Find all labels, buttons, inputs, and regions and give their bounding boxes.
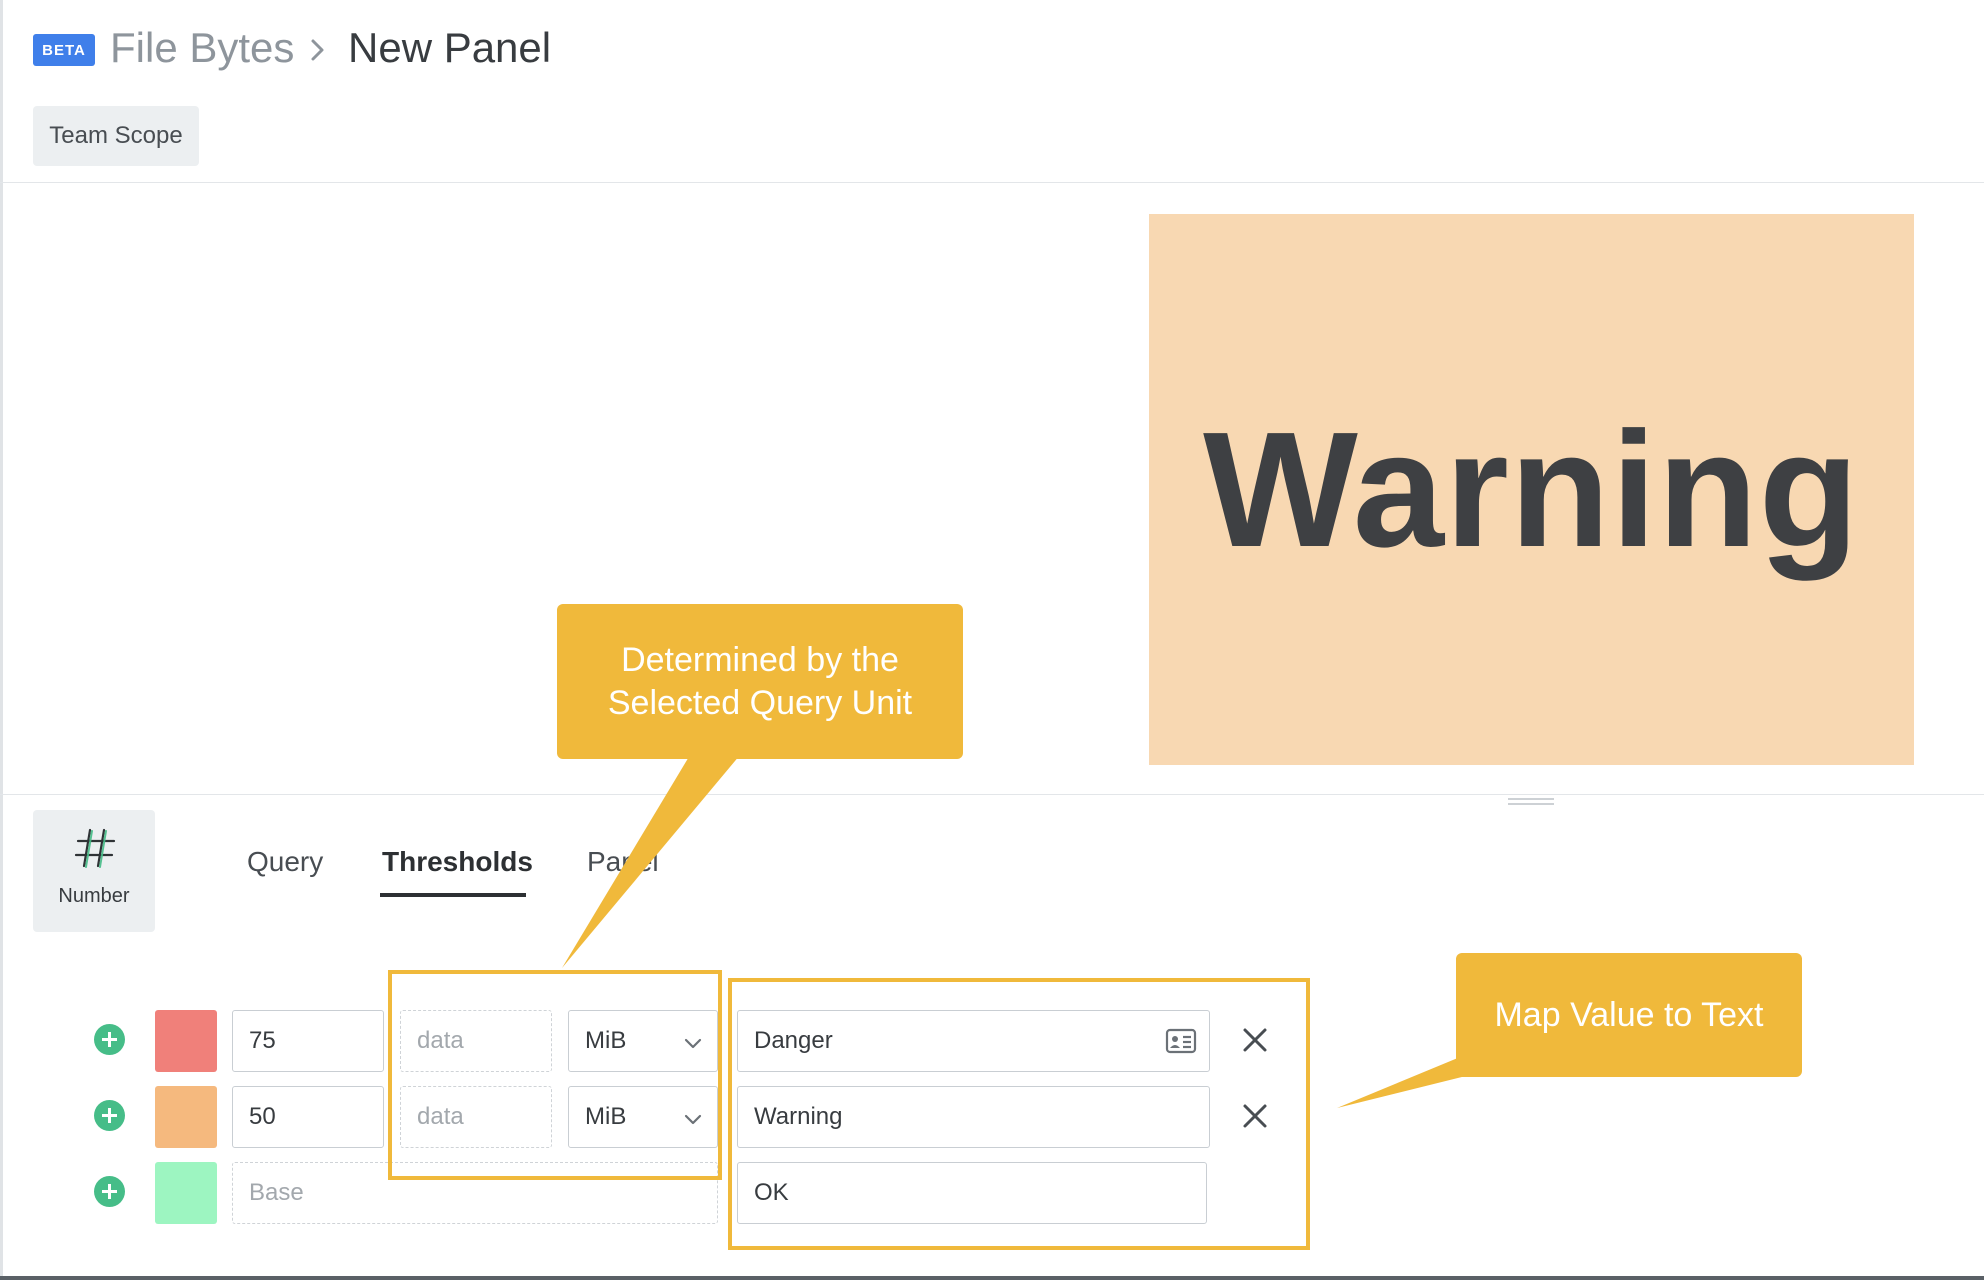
breadcrumb-current: New Panel [348, 24, 552, 71]
tab-panel[interactable]: Panel [587, 846, 659, 878]
add-threshold-button[interactable] [94, 1176, 125, 1207]
breadcrumb-parent[interactable]: File Bytes [110, 24, 294, 72]
window-edge [0, 0, 3, 1280]
active-tab-indicator [380, 893, 526, 897]
add-threshold-button[interactable] [94, 1024, 125, 1055]
text-highlight-box [728, 978, 1310, 1250]
team-scope-button[interactable]: Team Scope [33, 106, 199, 166]
visualization-type-button[interactable]: Number [33, 810, 155, 932]
text-callout: Map Value to Text [1456, 953, 1802, 1077]
number-preview: Warning [1149, 214, 1914, 765]
visualization-type-label: Number [58, 885, 130, 907]
threshold-value-input[interactable]: 75 [232, 1010, 384, 1072]
preview-value-text: Warning [1203, 397, 1860, 581]
threshold-color-swatch[interactable] [155, 1162, 217, 1224]
unit-highlight-box [388, 970, 722, 1180]
beta-badge: BETA [33, 34, 95, 66]
header-divider [0, 182, 1984, 183]
chevron-right-icon [311, 39, 324, 61]
editor-divider [0, 794, 1984, 795]
hash-icon [74, 828, 116, 868]
tab-thresholds[interactable]: Thresholds [382, 846, 533, 878]
threshold-value-input[interactable]: 50 [232, 1086, 384, 1148]
threshold-color-swatch[interactable] [155, 1010, 217, 1072]
tab-query[interactable]: Query [247, 846, 323, 878]
resize-handle[interactable] [1508, 798, 1554, 808]
threshold-color-swatch[interactable] [155, 1086, 217, 1148]
unit-callout: Determined by the Selected Query Unit [557, 604, 963, 759]
bottom-edge [0, 1276, 1984, 1280]
add-threshold-button[interactable] [94, 1100, 125, 1131]
